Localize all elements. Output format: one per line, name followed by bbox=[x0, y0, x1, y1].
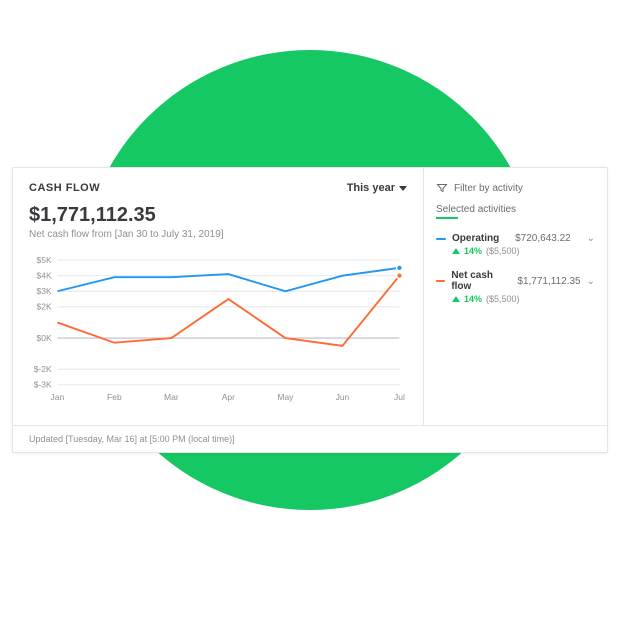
date-range-dropdown[interactable]: This year bbox=[347, 182, 407, 194]
header-row: CASH FLOW This year bbox=[29, 182, 407, 194]
chevron-down-icon: ⌄ bbox=[587, 233, 595, 244]
series-swatch bbox=[436, 238, 446, 240]
activity-delta: 14% ($5,500) bbox=[436, 294, 595, 304]
activity-name: Operating bbox=[452, 233, 499, 244]
activity-value: $1,771,112.35 bbox=[517, 276, 580, 287]
selected-underline bbox=[436, 217, 458, 219]
activity-name: Net cash flow bbox=[451, 270, 511, 292]
page-title: CASH FLOW bbox=[29, 182, 100, 194]
activities-list: Operating $720,643.22 ⌄ 14% ($5,500) Net… bbox=[436, 233, 595, 304]
svg-text:Jun: Jun bbox=[336, 392, 350, 402]
series-swatch bbox=[436, 280, 445, 282]
total-amount: $1,771,112.35 bbox=[29, 204, 407, 227]
svg-text:$5K: $5K bbox=[37, 255, 52, 265]
side-panel: Filter by activity Selected activities O… bbox=[423, 168, 607, 425]
selected-activities-heading: Selected activities bbox=[436, 204, 595, 215]
svg-text:$-2K: $-2K bbox=[34, 364, 52, 374]
activity-pct: 14% bbox=[464, 246, 482, 256]
card-body: CASH FLOW This year $1,771,112.35 Net ca… bbox=[13, 168, 607, 425]
svg-text:$2K: $2K bbox=[37, 302, 52, 312]
activity-delta: 14% ($5,500) bbox=[436, 246, 595, 256]
summary-subtitle: Net cash flow from [Jan 30 to July 31, 2… bbox=[29, 229, 407, 240]
svg-text:Apr: Apr bbox=[222, 392, 235, 402]
cashflow-card: CASH FLOW This year $1,771,112.35 Net ca… bbox=[12, 167, 608, 453]
svg-text:Jul: Jul bbox=[394, 392, 405, 402]
svg-text:Feb: Feb bbox=[107, 392, 122, 402]
chevron-down-icon: ⌄ bbox=[587, 276, 595, 287]
activity-delta-value: ($5,500) bbox=[486, 246, 520, 256]
activity-top: Operating $720,643.22 ⌄ bbox=[436, 233, 595, 244]
svg-text:Mar: Mar bbox=[164, 392, 179, 402]
filter-by-activity[interactable]: Filter by activity bbox=[436, 182, 595, 194]
caret-down-icon bbox=[399, 186, 407, 191]
trend-up-icon bbox=[452, 248, 460, 254]
activity-row[interactable]: Net cash flow $1,771,112.35 ⌄ 14% ($5,50… bbox=[436, 270, 595, 304]
activity-delta-value: ($5,500) bbox=[486, 294, 520, 304]
filter-icon bbox=[436, 182, 448, 194]
trend-up-icon bbox=[452, 296, 460, 302]
activity-left: Operating bbox=[436, 233, 499, 244]
date-range-label: This year bbox=[347, 182, 395, 194]
main-panel: CASH FLOW This year $1,771,112.35 Net ca… bbox=[13, 168, 423, 425]
svg-text:Jan: Jan bbox=[50, 392, 64, 402]
svg-text:$-3K: $-3K bbox=[34, 380, 52, 390]
activity-pct: 14% bbox=[464, 294, 482, 304]
svg-text:$4K: $4K bbox=[37, 270, 52, 280]
activity-row[interactable]: Operating $720,643.22 ⌄ 14% ($5,500) bbox=[436, 233, 595, 256]
card-footer: Updated [Tuesday, Mar 16] at [5:00 PM (l… bbox=[13, 425, 607, 452]
updated-text: Updated [Tuesday, Mar 16] at [5:00 PM (l… bbox=[29, 434, 235, 444]
activity-top: Net cash flow $1,771,112.35 ⌄ bbox=[436, 270, 595, 292]
filter-label: Filter by activity bbox=[454, 183, 523, 194]
svg-text:May: May bbox=[277, 392, 294, 402]
svg-text:$3K: $3K bbox=[37, 286, 52, 296]
activity-left: Net cash flow bbox=[436, 270, 511, 292]
svg-text:$0K: $0K bbox=[37, 333, 52, 343]
cashflow-chart: $5K $4K $3K $2K $0K $-2K $-3K Jan Feb Mar Apr May Ju… bbox=[29, 250, 407, 410]
activity-value: $720,643.22 bbox=[515, 233, 571, 244]
